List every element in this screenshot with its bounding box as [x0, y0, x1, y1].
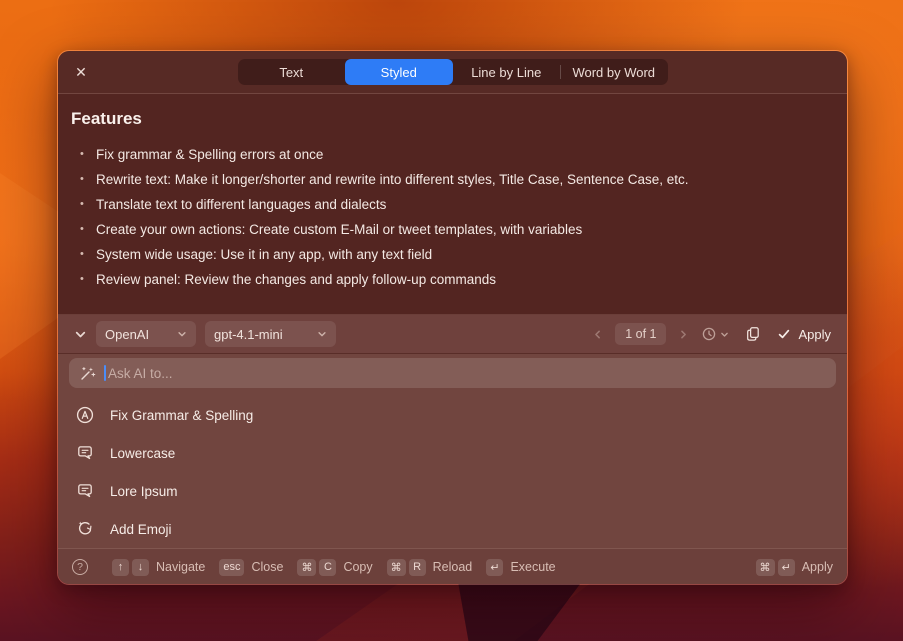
shortcut-keys: ⌘ R	[387, 559, 426, 576]
magic-wand-icon	[79, 365, 96, 382]
tab-styled[interactable]: Styled	[345, 59, 453, 85]
prompt-input[interactable]: Ask AI to...	[69, 358, 836, 388]
list-item-label: Lowercase	[110, 446, 175, 461]
close-button[interactable]: ✕	[70, 61, 92, 83]
feature-item: Rewrite text: Make it longer/shorter and…	[71, 167, 831, 192]
shortcut-close: esc Close	[219, 559, 283, 576]
key-esc: esc	[219, 559, 244, 576]
key-c: C	[319, 559, 336, 576]
text-caret	[104, 365, 106, 381]
feature-item: Fix grammar & Spelling errors at once	[71, 142, 831, 167]
shortcut-navigate: ↑ ↓ Navigate	[112, 559, 205, 576]
shortcut-apply: ⌘ ↵ Apply	[756, 559, 834, 576]
view-mode-segmented-control: Text Styled Line by Line Word by Word	[238, 59, 668, 85]
shortcut-label: Apply	[802, 560, 833, 574]
text-bubble-icon	[75, 443, 95, 463]
tab-label: Word by Word	[572, 65, 655, 80]
list-item-lowercase[interactable]: Lowercase	[58, 434, 847, 472]
provider-dropdown[interactable]: OpenAI	[96, 321, 196, 347]
tab-label: Line by Line	[471, 65, 541, 80]
history-dropdown-button[interactable]	[701, 326, 729, 342]
list-item-add-emoji[interactable]: Add Emoji	[58, 510, 847, 548]
feature-item: Review panel: Review the changes and app…	[71, 267, 831, 292]
tab-label: Text	[279, 65, 303, 80]
shortcut-label: Close	[251, 560, 283, 574]
shortcut-keys: ⌘ C	[297, 559, 336, 576]
list-item-label: Lore Ipsum	[110, 484, 178, 499]
features-section: Features Fix grammar & Spelling errors a…	[58, 94, 847, 315]
list-item-label: Fix Grammar & Spelling	[110, 408, 253, 423]
model-dropdown[interactable]: gpt-4.1-mini	[205, 321, 336, 347]
shortcut-keys: ⌘ ↵	[756, 559, 795, 576]
shortcut-keys: esc	[219, 559, 244, 576]
list-item-label: Add Emoji	[110, 522, 172, 537]
text-bubble-icon	[75, 481, 95, 501]
key-r: R	[409, 559, 426, 576]
chevron-left-icon	[592, 329, 603, 340]
copy-result-button[interactable]	[745, 326, 761, 342]
shortcut-label: Navigate	[156, 560, 205, 574]
action-list: Fix Grammar & Spelling Lowercase Lore Ip…	[58, 392, 847, 548]
history-clock-icon	[701, 326, 717, 342]
features-heading: Features	[71, 109, 831, 129]
apply-button[interactable]: Apply	[777, 327, 831, 342]
key-return: ↵	[486, 559, 503, 576]
shortcut-label: Execute	[510, 560, 555, 574]
prompt-area: Ask AI to...	[58, 354, 847, 392]
question-icon: ?	[77, 561, 83, 573]
title-bar: ✕ Text Styled Line by Line Word by Word	[58, 51, 847, 94]
list-item-fix-grammar[interactable]: Fix Grammar & Spelling	[58, 396, 847, 434]
tab-word-by-word[interactable]: Word by Word	[560, 59, 668, 85]
prompt-placeholder: Ask AI to...	[108, 366, 173, 381]
key-return: ↵	[778, 559, 795, 576]
key-arrow-up: ↑	[112, 559, 129, 576]
chevron-down-icon	[74, 328, 87, 341]
chevron-down-icon	[720, 330, 729, 339]
shortcut-label: Copy	[343, 560, 372, 574]
feature-item: Create your own actions: Create custom E…	[71, 217, 831, 242]
assistant-panel: ✕ Text Styled Line by Line Word by Word …	[57, 50, 848, 585]
key-arrow-down: ↓	[132, 559, 149, 576]
shortcut-label: Reload	[433, 560, 473, 574]
shortcut-keys: ↑ ↓	[112, 559, 149, 576]
tab-text[interactable]: Text	[238, 59, 346, 85]
page-indicator: 1 of 1	[615, 323, 666, 345]
shortcut-copy: ⌘ C Copy	[297, 559, 372, 576]
provider-dropdown-value: OpenAI	[105, 327, 149, 342]
feature-item: Translate text to different languages an…	[71, 192, 831, 217]
key-command: ⌘	[387, 559, 406, 576]
next-page-button[interactable]	[678, 329, 689, 340]
help-button[interactable]: ?	[72, 559, 88, 575]
tab-label: Styled	[381, 65, 417, 80]
copy-pages-icon	[745, 326, 761, 342]
shortcut-reload: ⌘ R Reload	[387, 559, 473, 576]
shortcut-execute: ↵ Execute	[486, 559, 555, 576]
list-item-lore-ipsum[interactable]: Lore Ipsum	[58, 472, 847, 510]
checkmark-icon	[777, 327, 791, 341]
chevron-down-icon	[317, 329, 327, 339]
chevron-right-icon	[678, 329, 689, 340]
emoji-cycle-icon	[75, 519, 95, 539]
shortcut-keys: ↵	[486, 559, 503, 576]
status-bar: ? ↑ ↓ Navigate esc Close ⌘ C Copy ⌘	[58, 548, 847, 585]
apply-button-label: Apply	[798, 327, 831, 342]
feature-item: System wide usage: Use it in any app, wi…	[71, 242, 831, 267]
model-dropdown-value: gpt-4.1-mini	[214, 327, 283, 342]
features-list: Fix grammar & Spelling errors at once Re…	[71, 142, 831, 292]
key-command: ⌘	[297, 559, 316, 576]
previous-page-button[interactable]	[592, 329, 603, 340]
chevron-down-icon	[177, 329, 187, 339]
tab-line-by-line[interactable]: Line by Line	[453, 59, 561, 85]
toolbar-right-cluster: 1 of 1	[592, 323, 831, 345]
collapse-panel-button[interactable]	[74, 328, 87, 341]
key-command: ⌘	[756, 559, 775, 576]
pen-circle-icon	[75, 405, 95, 425]
model-toolbar: OpenAI gpt-4.1-mini 1 of 1	[58, 315, 847, 354]
close-icon: ✕	[75, 65, 87, 79]
